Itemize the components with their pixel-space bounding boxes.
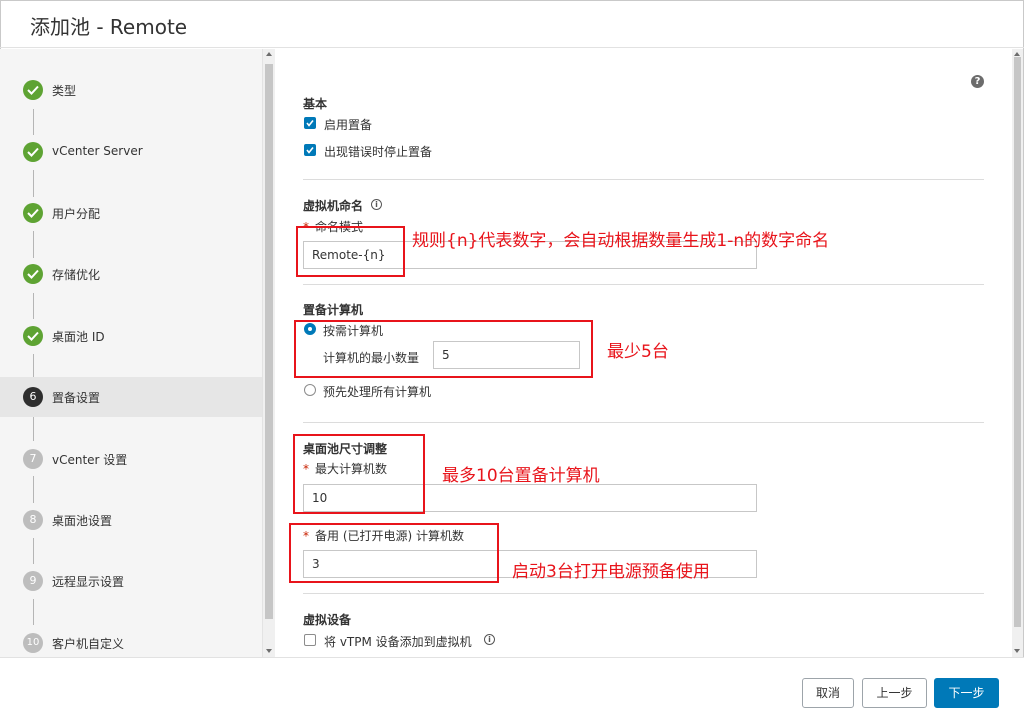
step-label: 用户分配 [52,207,101,221]
content-scrollbar[interactable] [1012,49,1023,657]
wizard-step-pool-id[interactable]: 桌面池 ID [0,316,262,356]
annotation-box-max [293,434,425,514]
wizard-steps-sidebar: 类型 vCenter Server 用户分配 存储优化 桌面池 ID 6 置备设… [0,49,262,657]
annotation-max-text: 最多10台置备计算机 [442,466,600,486]
stop-on-error-checkbox[interactable] [304,144,316,156]
step-label: vCenter 设置 [52,453,128,467]
annotation-spare-text: 启动3台打开电源预备使用 [512,562,710,582]
scroll-down-arrow-icon[interactable] [1014,649,1020,653]
step-number: 9 [23,571,43,591]
wizard-step-remote-display[interactable]: 9 远程显示设置 [0,561,262,601]
section-divider [303,284,984,285]
stop-on-error-label: 出现错误时停止置备 [324,145,433,159]
step-label: 远程显示设置 [52,575,125,589]
step-label: vCenter Server [52,144,143,158]
vtpm-label: 将 vTPM 设备添加到虚拟机 [324,635,472,649]
check-icon [23,264,43,284]
dialog-title: 添加池 - Remote [30,15,188,39]
back-button[interactable]: 上一步 [862,678,927,708]
wizard-step-provisioning-settings[interactable]: 6 置备设置 [0,377,262,417]
wizard-step-storage-optimization[interactable]: 存储优化 [0,254,262,294]
annotation-min-text: 最少5台 [607,342,669,362]
check-icon [23,142,43,162]
scroll-down-arrow-icon[interactable] [266,649,272,653]
vtpm-checkbox[interactable] [304,634,316,646]
check-icon [23,326,43,346]
step-label: 类型 [52,84,77,98]
check-icon [23,203,43,223]
wizard-step-vcenter-server[interactable]: vCenter Server [0,132,262,172]
basic-section-title: 基本 [303,97,328,111]
enable-provisioning-checkbox[interactable] [304,117,316,129]
step-connector [33,599,34,625]
step-number: 6 [23,387,43,407]
all-upfront-label: 预先处理所有计算机 [323,385,432,399]
section-divider [303,179,984,180]
annotation-box-spare [289,523,499,583]
content-scroll-thumb[interactable] [1014,57,1021,627]
enable-provisioning-label: 启用置备 [324,118,373,132]
sidebar-scrollbar[interactable] [262,49,275,657]
all-upfront-radio[interactable] [304,384,316,396]
wizard-step-vcenter-settings[interactable]: 7 vCenter 设置 [0,439,262,479]
annotation-naming-text: 规则{n}代表数字，会自动根据数量生成1-n的数字命名 [412,231,830,251]
virtual-device-section-title: 虚拟设备 [303,613,352,627]
annotation-box-naming [296,226,405,277]
step-label: 桌面池 ID [52,330,105,344]
step-label: 客户机自定义 [52,637,125,651]
sidebar-scroll-thumb[interactable] [265,64,273,619]
step-label: 桌面池设置 [52,514,113,528]
step-label: 存储优化 [52,268,101,282]
info-icon[interactable]: i [484,634,495,645]
dialog-header: 添加池 - Remote [0,0,1024,48]
step-label: 置备设置 [52,391,101,405]
info-icon[interactable]: i [371,199,382,210]
section-divider [303,422,984,423]
step-number: 8 [23,510,43,530]
step-connector [33,476,34,503]
vm-naming-section-title: 虚拟机命名 [303,199,364,213]
scroll-up-arrow-icon[interactable] [266,52,272,56]
wizard-step-user-assignment[interactable]: 用户分配 [0,193,262,233]
cancel-button[interactable]: 取消 [802,678,854,708]
step-number: 7 [23,449,43,469]
section-divider [303,593,984,594]
annotation-box-min [294,320,593,378]
wizard-step-type[interactable]: 类型 [0,70,262,110]
wizard-step-guest-customization[interactable]: 10 客户机自定义 [0,623,262,657]
provision-machines-section-title: 置备计算机 [303,303,364,317]
check-icon [23,80,43,100]
help-icon[interactable]: ? [971,75,984,88]
step-connector [33,415,34,441]
step-number: 10 [23,633,43,653]
next-button[interactable]: 下一步 [934,678,999,708]
scroll-up-arrow-icon[interactable] [1014,52,1020,56]
wizard-step-pool-settings[interactable]: 8 桌面池设置 [0,500,262,540]
